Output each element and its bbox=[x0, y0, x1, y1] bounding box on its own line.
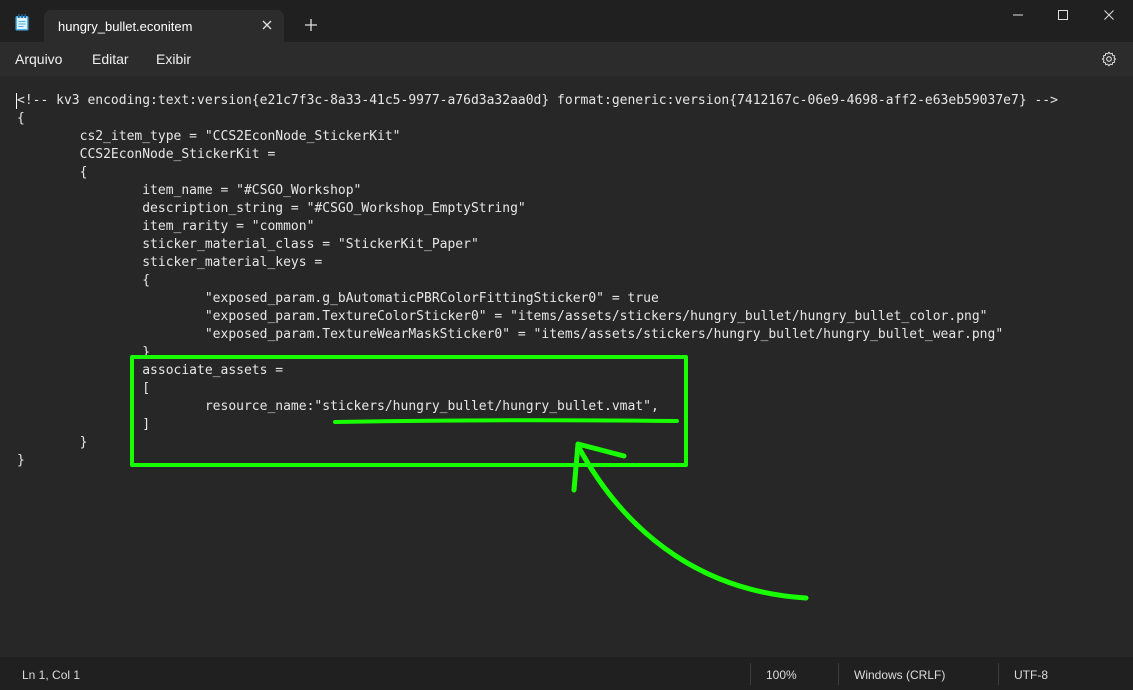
notepad-icon bbox=[15, 14, 29, 31]
divider bbox=[750, 663, 751, 685]
divider bbox=[998, 663, 999, 685]
maximize-icon bbox=[1058, 10, 1068, 20]
menu-exibir[interactable]: Exibir bbox=[156, 51, 191, 67]
close-window-button[interactable] bbox=[1086, 0, 1132, 32]
zoom-level[interactable]: 100% bbox=[766, 668, 797, 682]
encoding[interactable]: UTF-8 bbox=[1014, 668, 1048, 682]
annotation-underline bbox=[333, 418, 679, 424]
menu-arquivo[interactable]: Arquivo bbox=[15, 51, 62, 67]
divider bbox=[838, 663, 839, 685]
file-tab[interactable]: hungry_bullet.econitem bbox=[44, 10, 284, 42]
annotation-arrow bbox=[571, 441, 809, 601]
gear-icon[interactable] bbox=[1101, 51, 1117, 67]
title-bar: hungry_bullet.econitem bbox=[0, 0, 1133, 42]
text-caret bbox=[16, 93, 17, 109]
status-bar: Ln 1, Col 1 100% Windows (CRLF) UTF-8 bbox=[0, 657, 1133, 690]
minimize-button[interactable] bbox=[995, 0, 1041, 32]
menu-editar[interactable]: Editar bbox=[92, 51, 129, 67]
maximize-button[interactable] bbox=[1040, 0, 1086, 32]
line-ending[interactable]: Windows (CRLF) bbox=[854, 668, 945, 682]
close-tab-icon[interactable] bbox=[260, 18, 274, 32]
minimize-icon bbox=[1013, 14, 1023, 16]
cursor-position: Ln 1, Col 1 bbox=[22, 668, 81, 682]
menu-bar: Arquivo Editar Exibir bbox=[0, 42, 1133, 76]
tab-title: hungry_bullet.econitem bbox=[58, 19, 193, 34]
new-tab-icon[interactable] bbox=[303, 17, 319, 33]
close-icon bbox=[1104, 10, 1114, 20]
